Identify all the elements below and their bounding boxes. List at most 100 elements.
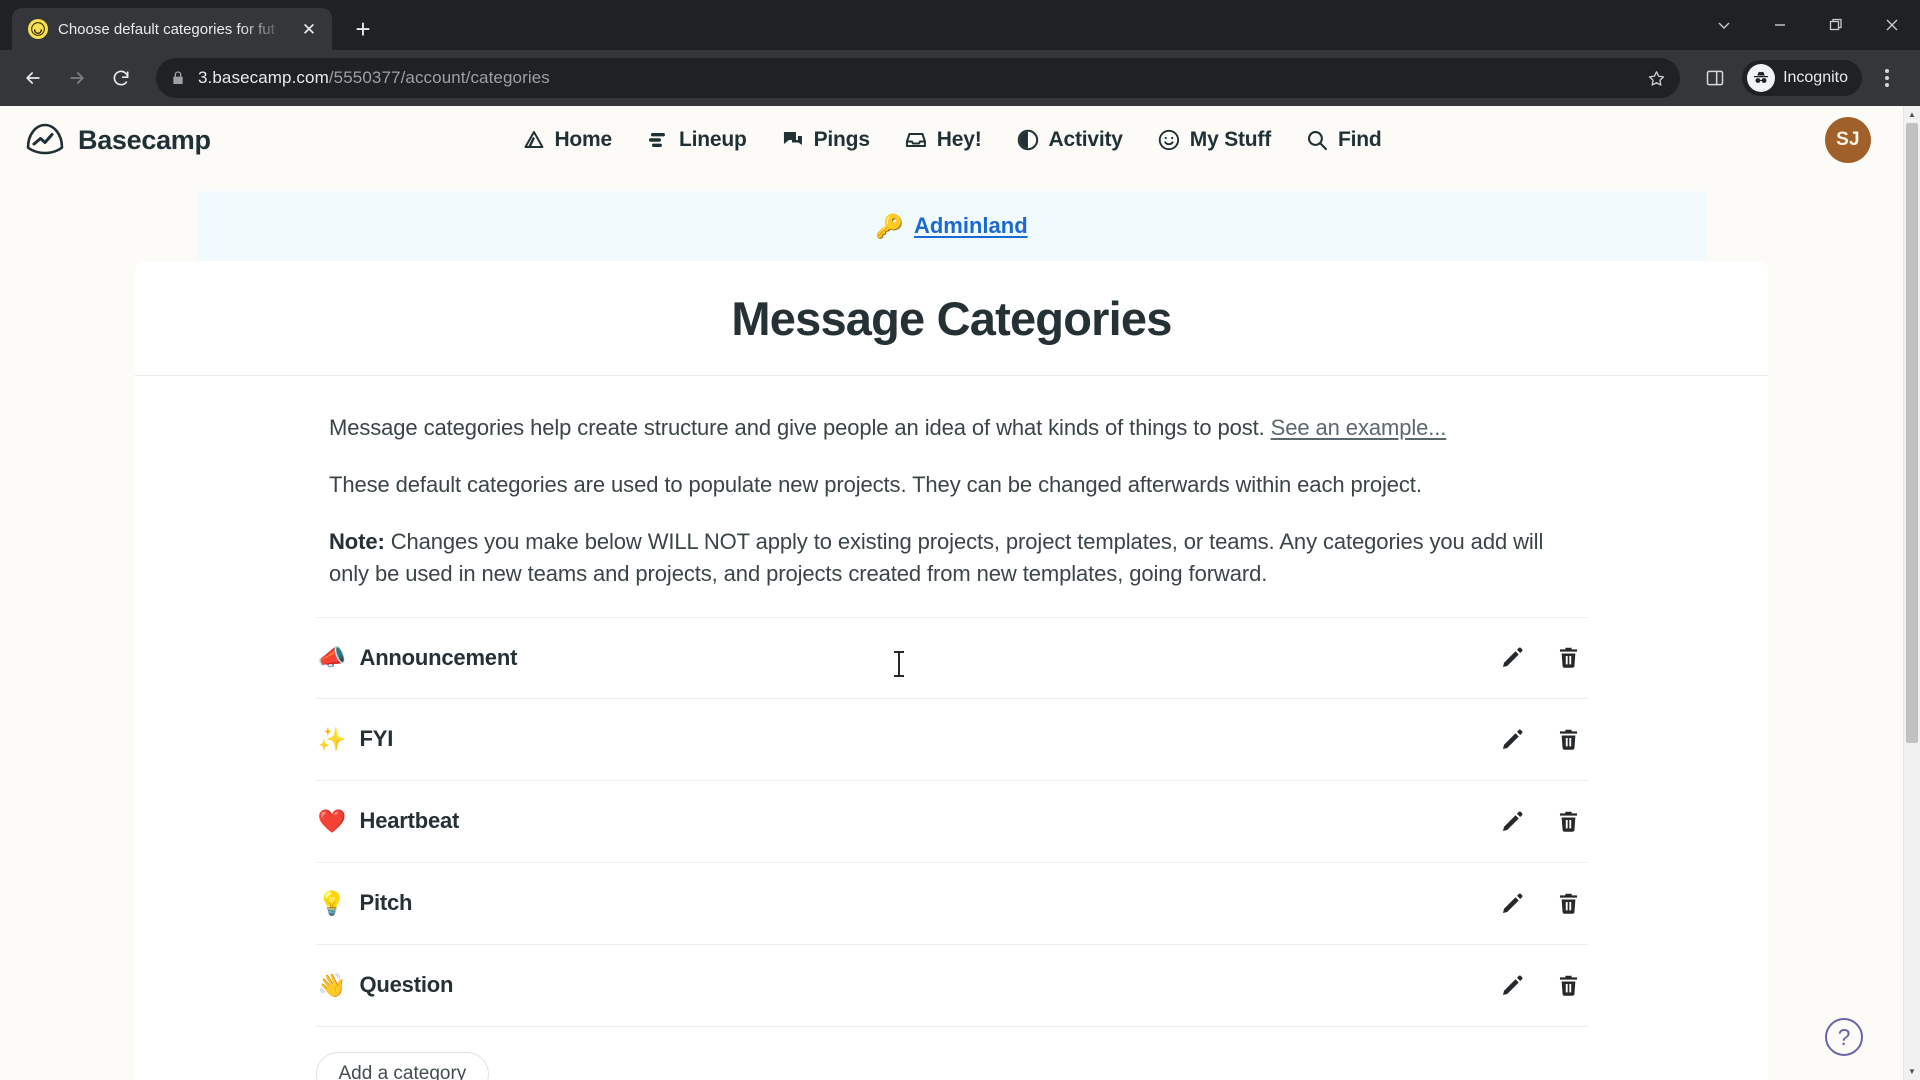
- basecamp-smiley-favicon: [28, 19, 48, 39]
- chat-bubbles-icon: [781, 128, 805, 152]
- megaphone-emoji: 📣: [317, 644, 347, 671]
- scrollbar-track[interactable]: [1904, 123, 1920, 1063]
- nav-label: Lineup: [678, 128, 747, 151]
- edit-pencil-icon[interactable]: [1500, 972, 1526, 998]
- brand-name: Basecamp: [78, 124, 211, 155]
- close-window-icon[interactable]: [1864, 0, 1920, 50]
- reload-icon[interactable]: [102, 59, 140, 97]
- tab-title: Choose default categories for fut: [58, 20, 275, 38]
- edit-pencil-icon[interactable]: [1500, 890, 1526, 916]
- bookmark-star-icon[interactable]: [1642, 64, 1670, 92]
- nav-label: Find: [1338, 128, 1382, 151]
- adminland-link[interactable]: Adminland: [914, 213, 1028, 239]
- forward-icon[interactable]: [58, 59, 96, 97]
- page-scrollbar[interactable]: ▲ ▼: [1903, 106, 1920, 1080]
- url-host: 3.basecamp.com: [198, 68, 329, 87]
- browser-toolbar: 3.basecamp.com/5550377/account/categorie…: [0, 50, 1920, 106]
- category-name: Pitch: [359, 890, 413, 916]
- delete-trash-icon[interactable]: [1556, 808, 1582, 834]
- add-category-wrap: Add a category: [315, 1051, 1588, 1080]
- url-path: /5550377/account/categories: [328, 68, 550, 87]
- incognito-indicator[interactable]: Incognito: [1742, 60, 1862, 96]
- nav-item-home[interactable]: Home: [521, 128, 612, 152]
- key-emoji: 🔑: [875, 212, 904, 239]
- magnifier-icon: [1305, 128, 1329, 152]
- chevron-down-icon[interactable]: [1696, 0, 1752, 50]
- sparkles-emoji: ✨: [317, 725, 347, 752]
- nav-item-hey[interactable]: Hey!: [904, 128, 982, 152]
- side-panel-icon[interactable]: [1696, 59, 1734, 97]
- close-icon[interactable]: ✕: [296, 16, 322, 42]
- card-body: Message categories help create structure…: [135, 376, 1768, 1080]
- basecamp-top-nav: Basecamp Home Lineup Pings Hey! Activity…: [0, 106, 1903, 174]
- minimize-icon[interactable]: [1752, 0, 1808, 50]
- category-row[interactable]: ✨ FYI: [315, 699, 1588, 781]
- basecamp-page: Basecamp Home Lineup Pings Hey! Activity…: [0, 106, 1903, 1080]
- paragraph-intro-text: Message categories help create structure…: [329, 415, 1271, 440]
- category-name: Heartbeat: [359, 808, 460, 834]
- category-label-group: ❤️ Heartbeat: [318, 808, 1500, 834]
- primary-nav: Home Lineup Pings Hey! Activity My Stuff…: [521, 128, 1382, 152]
- inbox-tray-icon: [904, 128, 928, 152]
- nav-item-pings[interactable]: Pings: [781, 128, 870, 152]
- scroll-up-arrow-icon[interactable]: ▲: [1904, 106, 1920, 123]
- pie-clock-icon: [1016, 128, 1040, 152]
- scrollbar-thumb[interactable]: [1906, 123, 1918, 743]
- see-an-example-link[interactable]: See an example...: [1271, 415, 1447, 440]
- new-tab-button[interactable]: +: [346, 12, 380, 46]
- edit-pencil-icon[interactable]: [1500, 808, 1526, 834]
- category-row[interactable]: 💡 Pitch: [315, 863, 1588, 945]
- text-cursor: [894, 651, 904, 677]
- waving-hand-emoji: 👋: [317, 971, 347, 998]
- category-label-group: ✨ FYI: [318, 726, 1500, 752]
- url-text: 3.basecamp.com/5550377/account/categorie…: [198, 68, 550, 88]
- light-bulb-emoji: 💡: [317, 889, 347, 916]
- basecamp-brand[interactable]: Basecamp: [24, 119, 211, 161]
- help-button[interactable]: ?: [1825, 1018, 1863, 1056]
- adminland-banner: 🔑 Adminland: [196, 191, 1707, 261]
- category-actions: [1500, 808, 1586, 834]
- category-actions: [1500, 972, 1586, 998]
- page-title: Message Categories: [731, 291, 1172, 345]
- paragraph-note: Note: Changes you make below WILL NOT ap…: [329, 526, 1574, 588]
- paragraph-intro: Message categories help create structure…: [329, 412, 1574, 443]
- incognito-label: Incognito: [1783, 69, 1848, 86]
- address-bar[interactable]: 3.basecamp.com/5550377/account/categorie…: [156, 58, 1681, 98]
- lineup-bars-icon: [646, 128, 670, 152]
- paragraph-defaults: These default categories are used to pop…: [329, 472, 1422, 498]
- nav-item-find[interactable]: Find: [1305, 128, 1382, 152]
- nav-label: Home: [554, 128, 612, 151]
- edit-pencil-icon[interactable]: [1500, 645, 1526, 671]
- back-icon[interactable]: [14, 59, 52, 97]
- category-label-group: 💡 Pitch: [318, 890, 1500, 916]
- category-row[interactable]: 📣 Announcement: [315, 616, 1588, 699]
- browser-tab[interactable]: Choose default categories for fut ✕: [12, 8, 332, 50]
- edit-pencil-icon[interactable]: [1500, 726, 1526, 752]
- category-actions: [1500, 726, 1586, 752]
- restore-icon[interactable]: [1808, 0, 1864, 50]
- basecamp-hill-logo: [24, 119, 66, 161]
- avatar[interactable]: SJ: [1825, 117, 1871, 163]
- note-text: Changes you make below WILL NOT apply to…: [329, 529, 1544, 586]
- delete-trash-icon[interactable]: [1556, 890, 1582, 916]
- page-viewport: Basecamp Home Lineup Pings Hey! Activity…: [0, 106, 1920, 1080]
- card-header: Message Categories: [135, 261, 1768, 376]
- add-category-button[interactable]: Add a category: [315, 1051, 490, 1080]
- nav-item-lineup[interactable]: Lineup: [646, 128, 747, 152]
- delete-trash-icon[interactable]: [1556, 972, 1582, 998]
- scroll-down-arrow-icon[interactable]: ▼: [1904, 1063, 1920, 1080]
- site-information-lock-icon[interactable]: [170, 70, 186, 86]
- delete-trash-icon[interactable]: [1556, 645, 1582, 671]
- chrome-menu-icon[interactable]: [1868, 59, 1906, 97]
- delete-trash-icon[interactable]: [1556, 726, 1582, 752]
- incognito-hat-glasses-icon: [1747, 64, 1776, 92]
- nav-item-activity[interactable]: Activity: [1016, 128, 1123, 152]
- nav-label: Hey!: [936, 128, 982, 151]
- category-row[interactable]: ❤️ Heartbeat: [315, 781, 1588, 863]
- browser-window: Choose default categories for fut ✕ + 3.…: [0, 0, 1920, 1080]
- note-label: Note:: [329, 529, 385, 555]
- category-name: Question: [359, 972, 454, 998]
- category-list: 📣 Announcement ✨ FYI ❤️ Heartbeat 💡 Pitc…: [315, 616, 1588, 1027]
- nav-item-my-stuff[interactable]: My Stuff: [1157, 128, 1271, 152]
- category-row[interactable]: 👋 Question: [315, 945, 1588, 1027]
